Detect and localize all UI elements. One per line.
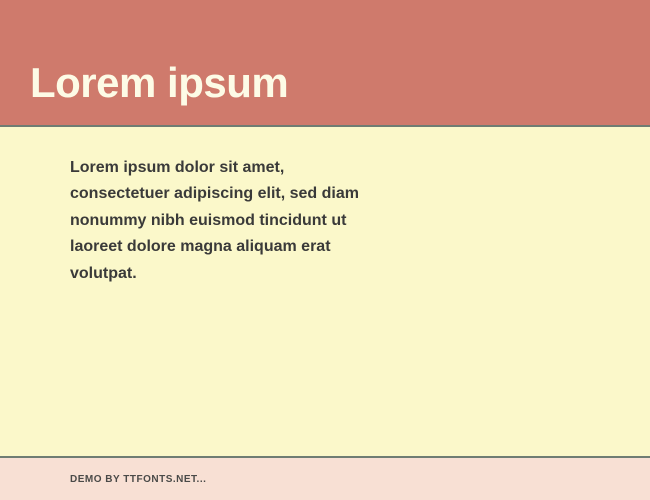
footer-credit: DEMO BY TTFONTS.NET... — [70, 474, 206, 485]
page-title: Lorem ipsum — [30, 59, 288, 107]
footer-bar: DEMO BY TTFONTS.NET... — [0, 458, 650, 500]
header-banner: Lorem ipsum — [0, 0, 650, 125]
content-area: Lorem ipsum dolor sit amet, consectetuer… — [0, 125, 650, 458]
body-paragraph: Lorem ipsum dolor sit amet, consectetuer… — [70, 155, 380, 287]
